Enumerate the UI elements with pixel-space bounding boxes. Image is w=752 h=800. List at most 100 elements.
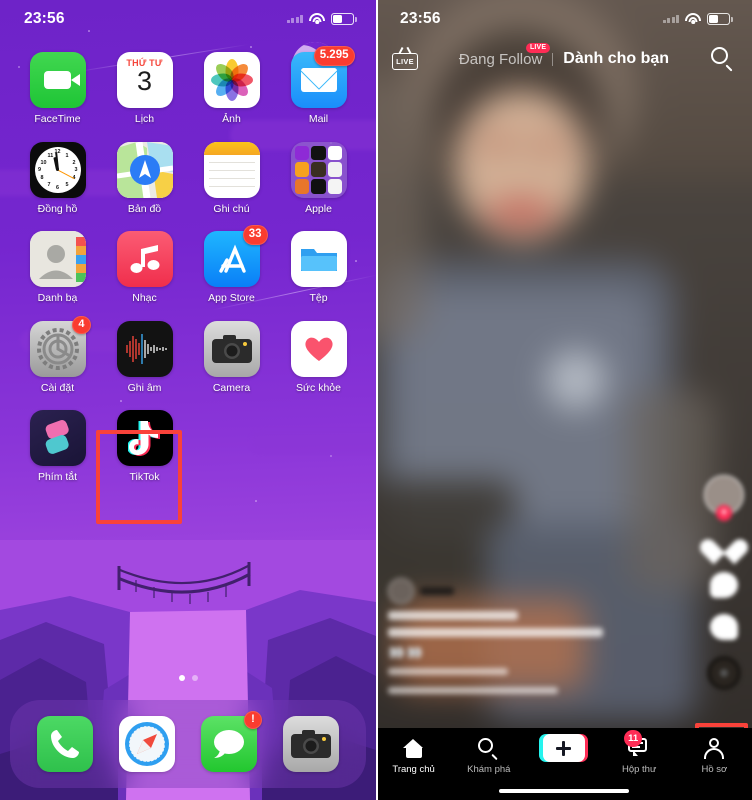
app-files[interactable]: Tệp	[275, 231, 362, 305]
search-icon	[478, 737, 499, 760]
screenshot-stage: 23:56 FaceTime THỨ TƯ 3 Lịch Ảnh 5.295 M…	[0, 0, 752, 800]
app-row: Phím tắt TikTok	[14, 410, 362, 484]
calendar-icon: THỨ TƯ 3	[116, 52, 173, 108]
app-photos[interactable]: Ảnh	[188, 52, 275, 126]
calendar-day: 3	[136, 66, 153, 96]
live-tv-label: LIVE	[392, 53, 418, 70]
wifi-icon	[309, 13, 325, 25]
app-notes[interactable]: Ghi chú	[188, 141, 275, 216]
app-empty-slot	[275, 410, 362, 484]
nav-inbox[interactable]: 11 Hộp thư	[606, 730, 672, 775]
app-label: Camera	[212, 381, 251, 394]
app-label: FaceTime	[34, 113, 81, 125]
avatar-follow-icon[interactable]: +	[704, 475, 744, 521]
tiktok-icon	[127, 421, 160, 457]
folder-icon	[290, 141, 347, 198]
maps-icon	[116, 141, 173, 198]
app-contacts[interactable]: Danh bạ	[14, 231, 101, 305]
app-voice-memos[interactable]: Ghi âm	[101, 320, 188, 395]
wifi-icon	[685, 13, 701, 25]
music-disc-icon[interactable]	[707, 656, 741, 690]
app-label: Lịch	[134, 113, 155, 125]
nav-discover[interactable]: Khám phá	[456, 736, 522, 775]
battery-icon	[331, 13, 357, 25]
voice-memos-icon	[125, 333, 167, 364]
camera-icon	[211, 334, 252, 363]
heart-like-icon[interactable]	[696, 529, 752, 565]
app-mail[interactable]: 5.295 Mail	[275, 46, 362, 126]
nav-profile[interactable]: Hồ sơ	[681, 736, 747, 775]
nav-label: Khám phá	[467, 764, 511, 775]
nav-create[interactable]	[531, 734, 597, 764]
tab-following[interactable]: Đang Follow LIVE	[449, 42, 552, 68]
share-icon[interactable]	[710, 614, 738, 642]
tab-following-label: Đang Follow	[458, 50, 543, 68]
nav-label: Hồ sơ	[701, 764, 728, 775]
safari-icon	[125, 722, 169, 766]
app-shortcuts[interactable]: Phím tắt	[14, 410, 101, 484]
page-dots[interactable]	[0, 675, 376, 681]
video-action-rail[interactable]: +	[696, 475, 752, 690]
app-clock[interactable]: 12 3 6 9 1 2 4 5 7 8 10 11	[14, 141, 101, 216]
notes-icon	[203, 141, 260, 198]
app-maps[interactable]: Bản đồ	[101, 141, 188, 216]
comment-icon[interactable]	[710, 572, 738, 600]
app-label: App Store	[208, 292, 255, 305]
app-camera[interactable]: Camera	[188, 320, 275, 395]
tiktok-screen: 👀👀 + 23:56 LIVE Đang Follow LIVE Dành ch…	[376, 0, 752, 800]
dock-messages[interactable]: !	[201, 711, 262, 772]
app-label: Cài đặt	[40, 381, 75, 394]
app-label: Danh bạ	[37, 292, 78, 305]
app-music[interactable]: Nhạc	[101, 231, 188, 305]
app-tiktok[interactable]: TikTok	[101, 410, 188, 484]
app-row: Danh bạ Nhạc 33 App Store Tệp	[14, 225, 362, 305]
music-icon	[130, 245, 159, 274]
video-player[interactable]: 👀👀 +	[376, 0, 752, 800]
dock-camera[interactable]	[283, 716, 339, 772]
settings-badge: 4	[72, 315, 91, 334]
dock-safari[interactable]	[119, 716, 175, 772]
app-label: Mail	[308, 113, 329, 125]
ios-home-screen: 23:56 FaceTime THỨ TƯ 3 Lịch Ảnh 5.295 M…	[0, 0, 376, 800]
app-row: 12 3 6 9 1 2 4 5 7 8 10 11	[14, 141, 362, 216]
app-grid: FaceTime THỨ TƯ 3 Lịch Ảnh 5.295 Mail 12…	[0, 46, 376, 484]
app-label: TikTok	[129, 471, 160, 484]
camera-icon	[291, 730, 331, 758]
feed-tabs: Đang Follow LIVE Dành cho bạn	[418, 42, 710, 68]
tiktok-top-nav: LIVE Đang Follow LIVE Dành cho bạn	[376, 38, 752, 80]
nav-label: Trang chủ	[392, 764, 435, 775]
inbox-badge: 11	[624, 730, 643, 747]
app-label: Nhạc	[132, 292, 157, 305]
app-label: Ghi âm	[127, 381, 162, 394]
app-label: Ảnh	[222, 113, 241, 125]
app-label: Đồng hồ	[37, 202, 78, 215]
shortcuts-icon	[45, 420, 69, 455]
live-badge: LIVE	[525, 42, 551, 53]
dock-phone[interactable]	[37, 716, 93, 772]
video-caption-blurred: 👀👀	[388, 578, 638, 694]
mail-icon	[300, 68, 337, 92]
contacts-icon	[29, 231, 86, 288]
tab-for-you[interactable]: Dành cho bạn	[553, 50, 679, 68]
nav-label: Hộp thư	[621, 764, 657, 775]
live-tv-icon[interactable]: LIVE	[392, 47, 418, 70]
status-bar-time: 23:56	[400, 10, 441, 27]
app-row: 4 Cài đặt Ghi âm Camera Sức khỏe	[14, 315, 362, 395]
appstore-icon	[218, 244, 246, 273]
app-appstore[interactable]: 33 App Store	[188, 225, 275, 305]
search-icon[interactable]	[710, 46, 736, 72]
app-calendar[interactable]: THỨ TƯ 3 Lịch	[101, 52, 188, 126]
status-bar-time: 23:56	[24, 10, 65, 27]
app-label: Apple	[305, 202, 332, 215]
clock-icon: 12 3 6 9 1 2 4 5 7 8 10 11	[34, 146, 81, 193]
app-label: Phím tắt	[37, 471, 78, 484]
facetime-icon	[44, 71, 80, 89]
app-folder-apple[interactable]: Apple	[275, 141, 362, 216]
nav-home[interactable]: Trang chủ	[381, 736, 447, 775]
messages-badge: !	[244, 711, 262, 729]
app-health[interactable]: Sức khỏe	[275, 320, 362, 395]
app-facetime[interactable]: FaceTime	[14, 52, 101, 126]
app-settings[interactable]: 4 Cài đặt	[14, 315, 101, 395]
messages-icon	[214, 730, 244, 758]
app-row: FaceTime THỨ TƯ 3 Lịch Ảnh 5.295 Mail	[14, 46, 362, 126]
